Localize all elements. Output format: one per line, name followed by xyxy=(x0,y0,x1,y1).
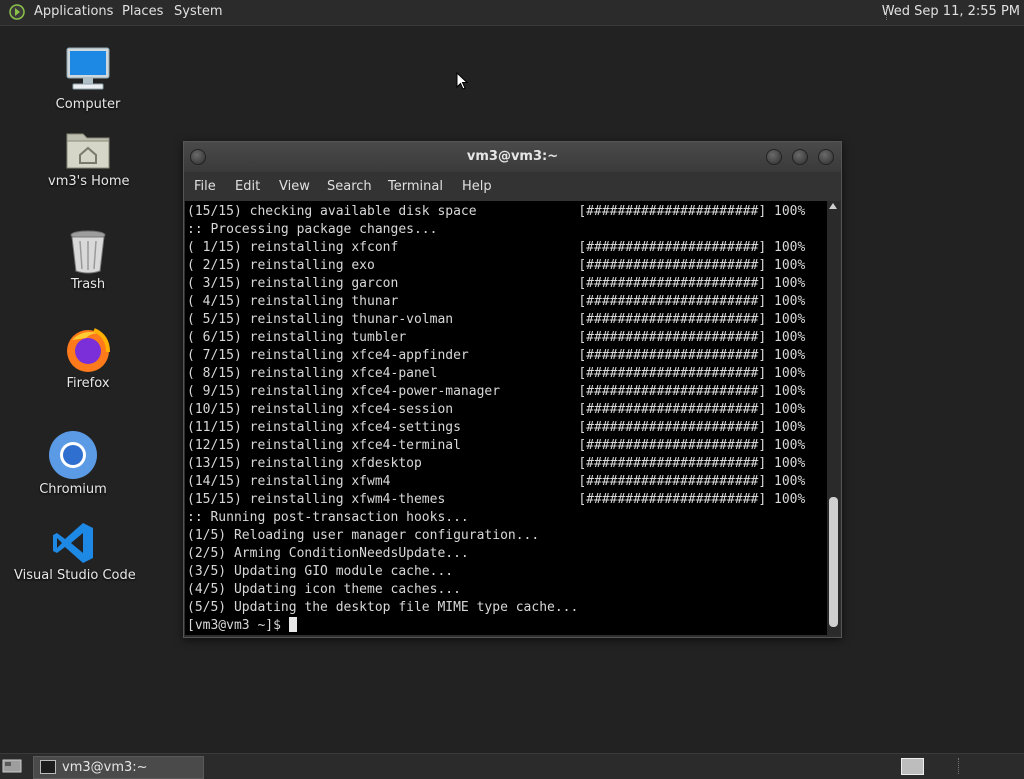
terminal-line: :: Processing package changes... xyxy=(187,222,438,237)
terminal-line: (15/15) checking available disk space [#… xyxy=(187,204,806,219)
menu-terminal[interactable]: Terminal xyxy=(388,172,443,201)
terminal-line: (10/15) reinstalling xfce4-session [####… xyxy=(187,402,806,417)
terminal-line: (15/15) reinstalling xfwm4-themes [#####… xyxy=(187,492,806,507)
close-button[interactable] xyxy=(818,149,834,165)
terminal-line: ( 6/15) reinstalling tumbler [##########… xyxy=(187,330,806,345)
bottom-panel: vm3@vm3:~ xyxy=(0,753,1024,779)
show-desktop-icon[interactable] xyxy=(2,758,22,774)
menu-search[interactable]: Search xyxy=(327,172,372,201)
scrollbar[interactable] xyxy=(827,201,840,635)
terminal-line: ( 9/15) reinstalling xfce4-power-manager… xyxy=(187,384,806,399)
minimize-button[interactable] xyxy=(766,149,782,165)
terminal-line: (5/5) Updating the desktop file MIME typ… xyxy=(187,600,579,615)
system-menu[interactable]: System xyxy=(174,0,222,25)
panel-separator xyxy=(958,758,959,774)
terminal-line: (3/5) Updating GIO module cache... xyxy=(187,564,454,579)
places-menu[interactable]: Places xyxy=(122,0,163,25)
top-panel: Applications Places System Wed Sep 11, 2… xyxy=(0,0,1024,26)
mouse-pointer-icon xyxy=(456,72,468,90)
terminal-line: ( 8/15) reinstalling xfce4-panel [######… xyxy=(187,366,806,381)
firefox-icon xyxy=(67,328,110,372)
desktop-icon-label: Trash xyxy=(70,277,106,292)
applications-logo-icon[interactable] xyxy=(9,4,25,20)
text-cursor xyxy=(288,617,297,632)
desktop-icon-firefox[interactable]: Firefox xyxy=(48,326,128,391)
terminal-line: (12/15) reinstalling xfce4-terminal [###… xyxy=(187,438,806,453)
terminal-line: :: Running post-transaction hooks... xyxy=(187,510,469,525)
desktop-icon-label: Firefox xyxy=(66,376,110,391)
terminal-line: (1/5) Reloading user manager configurati… xyxy=(187,528,540,543)
clock[interactable]: Wed Sep 11, 2:55 PM xyxy=(882,0,1020,24)
terminal-line: ( 7/15) reinstalling xfce4-appfinder [##… xyxy=(187,348,806,363)
terminal-line: (11/15) reinstalling xfce4-settings [###… xyxy=(187,420,806,435)
terminal-line: (14/15) reinstalling xfwm4 [############… xyxy=(187,474,806,489)
terminal-line: ( 4/15) reinstalling thunar [###########… xyxy=(187,294,806,309)
shell-prompt: [vm3@vm3 ~]$ xyxy=(187,618,289,633)
window-title: vm3@vm3:~ xyxy=(466,149,559,164)
desktop-icon-label: Computer xyxy=(55,97,121,112)
terminal-line: ( 2/15) reinstalling exo [##############… xyxy=(187,258,806,273)
desktop-icon-vscode[interactable]: Visual Studio Code xyxy=(14,520,136,583)
workspace-switcher[interactable] xyxy=(901,758,924,775)
menu-edit[interactable]: Edit xyxy=(235,172,260,201)
prompt-line[interactable]: [vm3@vm3 ~]$ xyxy=(187,617,805,635)
terminal-line: ( 3/15) reinstalling garcon [###########… xyxy=(187,276,806,291)
maximize-button[interactable] xyxy=(792,149,808,165)
desktop-icon-trash[interactable]: Trash xyxy=(48,229,128,292)
desktop-icon-label: vm3's Home xyxy=(48,174,130,189)
computer-icon xyxy=(66,47,110,90)
terminal-line: (4/5) Updating icon theme caches... xyxy=(187,582,461,597)
menu-file[interactable]: File xyxy=(194,172,216,201)
chromium-icon xyxy=(49,431,97,479)
menu-help[interactable]: Help xyxy=(462,172,492,201)
home-folder-icon xyxy=(66,133,110,169)
menu-bar: File Edit View Search Terminal Help xyxy=(184,172,841,201)
desktop-icon-home[interactable]: vm3's Home xyxy=(48,128,130,189)
terminal-line: (13/15) reinstalling xfdesktop [########… xyxy=(187,456,806,471)
desktop-icon-label: Visual Studio Code xyxy=(14,568,136,583)
scroll-up-arrow-icon[interactable] xyxy=(829,203,837,209)
terminal-lines: (15/15) checking available disk space [#… xyxy=(187,203,805,635)
taskbar-window-label: vm3@vm3:~ xyxy=(62,760,148,775)
applications-menu[interactable]: Applications xyxy=(34,0,113,25)
terminal-window[interactable]: vm3@vm3:~ File Edit View Search Terminal… xyxy=(183,141,842,638)
terminal-output[interactable]: (15/15) checking available disk space [#… xyxy=(185,201,827,635)
title-bar[interactable]: vm3@vm3:~ xyxy=(184,142,841,172)
terminal-line: ( 5/15) reinstalling thunar-volman [####… xyxy=(187,312,806,327)
vscode-icon xyxy=(53,523,93,563)
desktop-icon-chromium[interactable]: Chromium xyxy=(33,430,113,497)
scrollbar-thumb[interactable] xyxy=(829,497,838,627)
desktop-icon-label: Chromium xyxy=(39,482,107,497)
terminal-line: ( 1/15) reinstalling xfconf [###########… xyxy=(187,240,806,255)
desktop-icon-computer[interactable]: Computer xyxy=(48,45,128,112)
terminal-line: (2/5) Arming ConditionNeedsUpdate... xyxy=(187,546,469,561)
terminal-icon xyxy=(40,760,56,774)
taskbar-window-button[interactable]: vm3@vm3:~ xyxy=(33,756,204,779)
menu-view[interactable]: View xyxy=(279,172,310,201)
trash-icon xyxy=(70,230,106,274)
